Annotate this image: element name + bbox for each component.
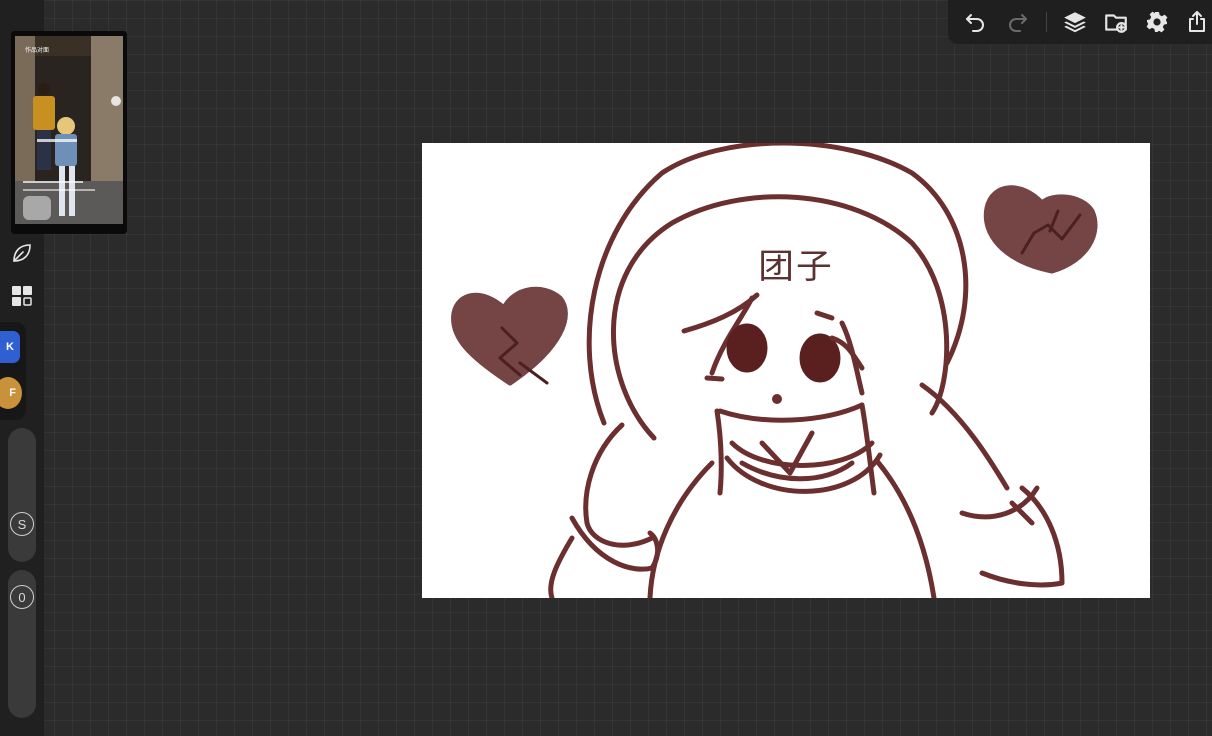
left-cheek	[704, 375, 725, 382]
opacity-slider[interactable]: 0	[8, 570, 36, 718]
toolbar-divider	[1046, 12, 1047, 32]
grid-icon[interactable]	[9, 283, 35, 309]
top-toolbar	[948, 0, 1212, 44]
app-k-icon[interactable]: K	[0, 331, 20, 363]
app-dock: K F	[0, 322, 26, 420]
body-right	[874, 458, 937, 598]
mouth	[772, 394, 782, 404]
reference-caption: 作品对面	[25, 48, 50, 54]
right-broken-heart	[983, 185, 1098, 274]
gear-icon	[1146, 11, 1168, 33]
leaf-icon[interactable]	[9, 240, 35, 266]
left-hand	[548, 535, 575, 598]
opacity-slider-knob[interactable]: 0	[10, 585, 34, 609]
right-brow	[814, 310, 835, 321]
redo-button[interactable]	[1005, 9, 1031, 35]
collar-2	[724, 452, 883, 494]
canvas-text: 团子	[758, 247, 834, 287]
chin-line	[717, 402, 865, 423]
settings-button[interactable]	[1144, 9, 1170, 35]
brush-size-slider[interactable]: S	[8, 428, 36, 562]
share-button[interactable]	[1184, 9, 1210, 35]
undo-icon	[966, 14, 984, 32]
body-left	[647, 460, 715, 598]
right-arm	[919, 382, 1010, 491]
share-icon	[1189, 11, 1205, 32]
redo-icon	[1009, 14, 1027, 32]
undo-button[interactable]	[962, 9, 988, 35]
layers-button[interactable]	[1062, 9, 1088, 35]
folder-import-icon	[1105, 14, 1127, 33]
left-broken-heart	[451, 286, 568, 386]
import-button[interactable]	[1103, 9, 1129, 35]
size-slider-knob[interactable]: S	[10, 512, 34, 536]
layers-icon	[1064, 12, 1086, 33]
drawing-canvas[interactable]: 团子	[422, 143, 1150, 598]
left-arm	[583, 422, 655, 548]
reference-photo	[11, 31, 127, 234]
reference-window[interactable]: 作品对面	[11, 31, 127, 234]
right-eye	[799, 333, 841, 383]
left-eye	[726, 323, 768, 373]
neck-left	[714, 408, 724, 496]
app-f-icon[interactable]: F	[0, 377, 22, 409]
sketch-artwork	[451, 143, 1098, 598]
bangs-right	[839, 320, 865, 396]
